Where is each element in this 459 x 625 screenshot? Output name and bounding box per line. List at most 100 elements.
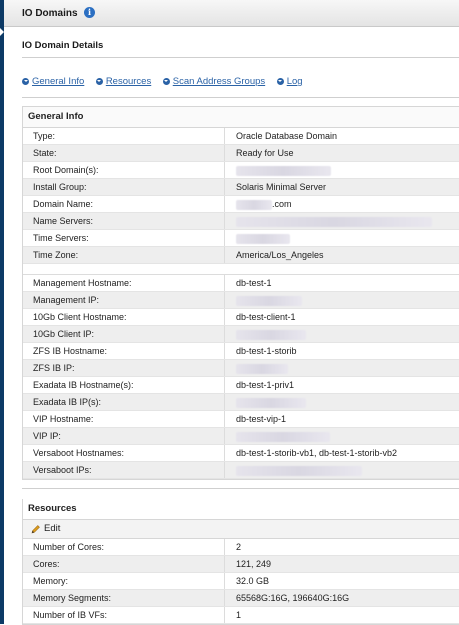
chevron-down-icon: [276, 78, 284, 85]
table-row: Exadata IB Hostname(s): db-test-1-priv1: [23, 377, 459, 394]
redacted-value: [225, 292, 302, 308]
row-value: db-test-1-storib: [236, 346, 297, 356]
row-label: Cores:: [23, 556, 225, 572]
resources-rows: Number of Cores: 2 Cores: 121, 249 Memory:…: [23, 539, 459, 624]
table-row: State: Ready for Use: [23, 145, 459, 162]
table-row: Versaboot Hostnames: db-test-1-storib-vb1…: [23, 445, 459, 462]
table-row: Management IP:: [23, 292, 459, 309]
link-resources[interactable]: Resources: [95, 76, 152, 87]
table-row: Versaboot IPs:: [23, 462, 459, 479]
chevron-down-icon: [95, 78, 103, 85]
row-label: Root Domain(s):: [23, 162, 225, 178]
table-row: Cores: 121, 249: [23, 556, 459, 573]
details-title: IO Domain Details: [22, 40, 104, 51]
page-header: IO Domains i: [4, 0, 459, 27]
row-value-wrap: .com: [225, 196, 292, 212]
group-spacer: [23, 264, 459, 275]
redacted-value: [225, 394, 306, 410]
table-row: Memory: 32.0 GB: [23, 573, 459, 590]
row-label: State:: [23, 145, 225, 161]
general-info-group-1: Type: Oracle Database Domain State: Ready …: [23, 128, 459, 264]
table-row: Management Hostname: db-test-1: [23, 275, 459, 292]
table-row: Exadata IB IP(s):: [23, 394, 459, 411]
redacted-value: [225, 162, 331, 178]
link-general-info[interactable]: General Info: [22, 76, 84, 87]
row-value: db-test-client-1: [236, 312, 296, 322]
table-row: ZFS IB Hostname: db-test-1-storib: [23, 343, 459, 360]
row-label: Time Zone:: [23, 247, 225, 263]
row-value: Ready for Use: [236, 148, 294, 158]
row-label: Name Servers:: [23, 213, 225, 229]
row-label: Management IP:: [23, 292, 225, 308]
resources-title: Resources: [23, 499, 459, 520]
table-row: 10Gb Client IP:: [23, 326, 459, 343]
row-label: 10Gb Client Hostname:: [23, 309, 225, 325]
row-value: .com: [272, 199, 292, 209]
table-row: Root Domain(s):: [23, 162, 459, 179]
row-label: Versaboot Hostnames:: [23, 445, 225, 461]
table-row: Type: Oracle Database Domain: [23, 128, 459, 145]
row-value: 2: [236, 542, 242, 552]
table-row: Domain Name: .com: [23, 196, 459, 213]
table-row: Time Servers:: [23, 230, 459, 247]
resources-panel: Resources Edit Number of Cores: 2 Cores: 1…: [22, 499, 459, 625]
row-value: 121, 249: [236, 559, 272, 569]
row-label: Memory:: [23, 573, 225, 589]
link-label: Resources: [105, 76, 152, 87]
row-value: 32.0 GB: [236, 576, 270, 586]
table-row: Memory Segments: 65568G:16G, 196640G:16G: [23, 590, 459, 607]
row-label: 10Gb Client IP:: [23, 326, 225, 342]
info-icon[interactable]: i: [84, 7, 95, 18]
row-value: db-test-1: [236, 278, 272, 288]
row-label: VIP Hostname:: [23, 411, 225, 427]
table-row: Install Group: Solaris Minimal Server: [23, 179, 459, 196]
row-label: Exadata IB Hostname(s):: [23, 377, 225, 393]
redacted-value: [225, 230, 290, 246]
row-value: Oracle Database Domain: [236, 131, 338, 141]
row-value: db-test-vip-1: [236, 414, 287, 424]
table-row: ZFS IB IP:: [23, 360, 459, 377]
divider: [22, 97, 459, 98]
general-info-title: General Info: [23, 107, 459, 128]
divider: [22, 57, 459, 58]
link-label: Scan Address Groups: [172, 76, 266, 87]
table-row: VIP Hostname: db-test-vip-1: [23, 411, 459, 428]
row-label: Memory Segments:: [23, 590, 225, 606]
row-value: 1: [236, 610, 242, 620]
collapse-arrow-icon[interactable]: [0, 28, 4, 36]
row-label: Exadata IB IP(s):: [23, 394, 225, 410]
general-info-panel: General Info Type: Oracle Database Domain…: [22, 106, 459, 480]
chevron-down-icon: [22, 78, 29, 85]
row-label: Domain Name:: [23, 196, 225, 212]
row-value: America/Los_Angeles: [236, 250, 324, 260]
row-label: VIP IP:: [23, 428, 225, 444]
chevron-down-icon: [162, 78, 170, 85]
table-row: Time Zone: America/Los_Angeles: [23, 247, 459, 264]
general-info-group-2: Management Hostname: db-test-1 Management…: [23, 275, 459, 479]
row-label: ZFS IB IP:: [23, 360, 225, 376]
table-row: Name Servers:: [23, 213, 459, 230]
row-label: Number of IB VFs:: [23, 607, 225, 623]
row-value: db-test-1-storib-vb1, db-test-1-storib-v…: [236, 448, 398, 458]
link-label: General Info: [32, 76, 85, 87]
redacted-value: [225, 462, 362, 478]
left-nav-strip: [0, 0, 4, 624]
divider: [22, 488, 459, 489]
row-label: Type:: [23, 128, 225, 144]
section-links: General Info Resources Scan Address Grou…: [22, 76, 312, 87]
table-row: Number of IB VFs: 1: [23, 607, 459, 624]
redacted-value: [225, 428, 330, 444]
redacted-value: [225, 326, 306, 342]
table-row: 10Gb Client Hostname: db-test-client-1: [23, 309, 459, 326]
link-scan-address-groups[interactable]: Scan Address Groups: [162, 76, 266, 87]
edit-button[interactable]: Edit: [23, 520, 459, 539]
row-value: 65568G:16G, 196640G:16G: [236, 593, 350, 603]
page-title: IO Domains: [22, 8, 78, 19]
row-label: Number of Cores:: [23, 539, 225, 555]
table-row: Number of Cores: 2: [23, 539, 459, 556]
link-log[interactable]: Log: [276, 76, 303, 87]
row-label: Install Group:: [23, 179, 225, 195]
redacted-value: [225, 360, 288, 376]
row-label: Time Servers:: [23, 230, 225, 246]
row-value: Solaris Minimal Server: [236, 182, 327, 192]
